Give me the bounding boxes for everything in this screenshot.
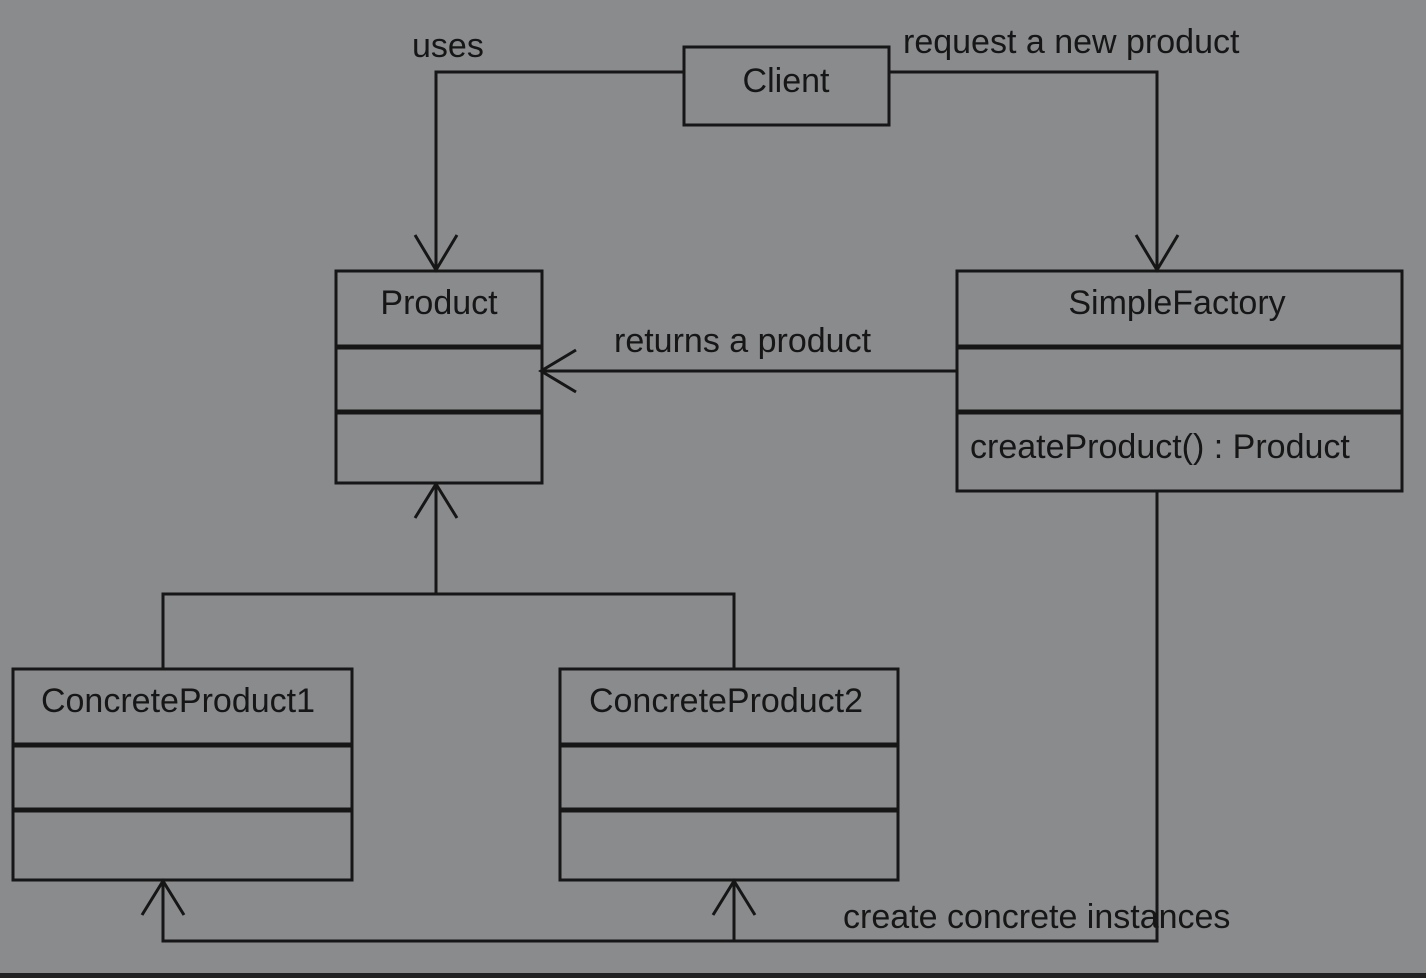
relation-inheritance [161,481,736,669]
class-product-name: Product [380,284,498,322]
class-client: Client [682,45,891,127]
relation-uses: uses [412,27,684,273]
class-simple-factory-method: createProduct() : Product [970,428,1350,466]
class-concrete-product-1-name: ConcreteProduct1 [41,682,315,720]
bottom-edge [0,973,1426,978]
relation-request: request a new product [889,23,1240,273]
class-simple-factory-name: SimpleFactory [1068,284,1285,322]
relation-returns-label: returns a product [614,322,872,360]
relation-uses-label: uses [412,27,484,65]
relation-returns: returns a product [538,322,957,394]
class-concrete-product-2: ConcreteProduct2 [558,667,900,882]
class-client-name: Client [743,62,830,100]
class-product: Product [334,269,544,485]
uml-diagram: Client Product SimpleFactory createProdu… [11,23,1404,943]
relation-request-label: request a new product [903,23,1240,61]
class-concrete-product-2-name: ConcreteProduct2 [589,682,863,720]
class-concrete-product-1: ConcreteProduct1 [11,667,354,882]
class-simple-factory: SimpleFactory createProduct() : Product [955,269,1404,493]
relation-creates-label: create concrete instances [843,898,1230,936]
